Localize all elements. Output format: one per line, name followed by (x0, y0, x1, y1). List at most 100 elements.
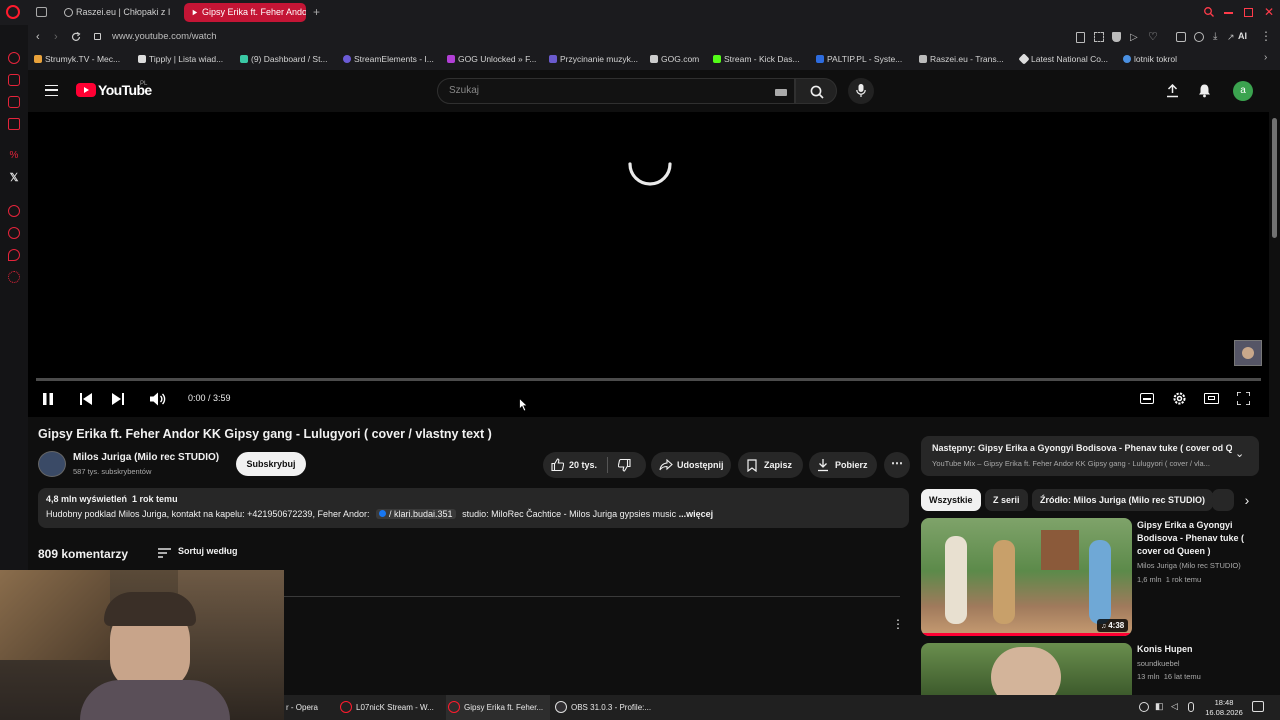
bookmarks-overflow-icon[interactable]: › (1264, 52, 1267, 63)
share-icon[interactable]: ↗ (1227, 32, 1235, 43)
tray-microphone-icon[interactable] (1188, 702, 1194, 712)
instagram-icon[interactable] (8, 96, 20, 108)
more-actions-icon[interactable]: ⋯ (884, 452, 910, 478)
chip-all[interactable]: Wszystkie (921, 489, 981, 511)
chevron-down-icon[interactable]: ⌄ (1235, 448, 1244, 460)
music-player-icon[interactable] (8, 118, 20, 130)
clock-date[interactable]: 16.08.2026 (1201, 708, 1247, 717)
like-button[interactable]: 20 tys. (543, 452, 607, 478)
bookmark-item[interactable]: Przycinanie muzyk... (549, 54, 638, 64)
share-button[interactable]: Udostępnij (651, 452, 731, 478)
related-title[interactable]: Gipsy Erika a Gyongyi Bodisova - Phenav … (1137, 519, 1255, 558)
bookmark-item[interactable]: lotnik tokrol (1123, 54, 1177, 64)
bookmark-item[interactable]: PALTIP.PL - Syste... (816, 54, 902, 64)
bookmark-item[interactable]: GOG.com (650, 54, 699, 64)
bookmark-item[interactable]: Tipply | Lista wiad... (138, 54, 223, 64)
taskbar-stream[interactable]: L07nicK Stream - W... (338, 695, 442, 720)
tab-youtube-active[interactable]: Gipsy Erika ft. Feher Andor (184, 3, 306, 22)
bookmark-item[interactable]: (9) Dashboard / St... (240, 54, 328, 64)
next-video-icon[interactable] (112, 393, 124, 405)
channel-watermark-icon[interactable] (1234, 340, 1262, 366)
previous-video-icon[interactable] (80, 393, 92, 405)
adblock-shield-icon[interactable] (1112, 32, 1121, 42)
channel-avatar[interactable] (38, 451, 66, 477)
snapshot-icon[interactable] (1094, 32, 1104, 42)
pause-icon[interactable] (42, 393, 54, 405)
channel-name[interactable]: Milos Juriga (Milo rec STUDIO) (73, 452, 219, 463)
subtitles-icon[interactable] (1140, 393, 1154, 404)
theater-mode-icon[interactable] (1204, 393, 1219, 404)
related-channel[interactable]: Milos Juriga (Milo rec STUDIO) (1137, 561, 1241, 570)
video-player[interactable]: 0:00 / 3:59 (28, 112, 1269, 417)
search-button[interactable] (795, 78, 837, 104)
pin-icon[interactable] (1076, 32, 1085, 43)
up-next-panel[interactable]: Następny: Gipsy Erika a Gyongyi Bodisova… (921, 436, 1259, 476)
search-input[interactable]: Szukaj (437, 78, 795, 104)
chips-next-icon[interactable]: › (1234, 489, 1260, 511)
menu-icon[interactable]: ⋮ (1260, 30, 1272, 42)
account-avatar[interactable]: a (1233, 81, 1253, 101)
settings-icon[interactable] (8, 271, 20, 283)
comment-menu-icon[interactable]: ⋮ (892, 617, 904, 631)
tray-network-icon[interactable]: ◧ (1155, 701, 1164, 712)
new-tab-button[interactable]: + (313, 5, 320, 19)
download-button[interactable]: Pobierz (809, 452, 877, 478)
show-more-link[interactable]: ...więcej (679, 509, 714, 519)
youtube-logo-icon[interactable] (76, 83, 96, 97)
voice-search-button[interactable] (848, 78, 874, 104)
bookmark-item[interactable]: StreamElements - I... (343, 54, 434, 64)
settings-gear-icon[interactable] (1172, 391, 1187, 406)
save-button[interactable]: Zapisz (738, 452, 803, 478)
back-icon[interactable]: ‹ (36, 31, 40, 43)
wallet-icon[interactable] (1194, 32, 1204, 42)
reload-icon[interactable] (71, 32, 81, 42)
description-box[interactable]: 4,8 mln wyświetleń 1 rok temu Hudobny po… (38, 488, 909, 528)
extensions-puzzle-icon[interactable] (1176, 32, 1186, 42)
player-icon[interactable] (8, 205, 20, 217)
facebook-link[interactable]: / klari.budai.351 (376, 509, 456, 519)
flow-send-icon[interactable]: ▷ (1130, 32, 1138, 43)
scrollbar-thumb[interactable] (1272, 118, 1277, 238)
clock-time[interactable]: 18:48 (1206, 698, 1242, 707)
aria-icon[interactable] (8, 74, 20, 86)
heart-icon[interactable]: ♡ (1148, 31, 1158, 43)
bookmark-item[interactable]: GOG Unlocked » F... (447, 54, 536, 64)
subscribe-button[interactable]: Subskrybuj (236, 452, 306, 476)
taskbar-obs[interactable]: OBS 31.0.3 - Profile:... (553, 695, 657, 720)
dislike-button[interactable] (613, 452, 643, 478)
opera-logo-icon[interactable] (6, 5, 20, 19)
taskbar-opera[interactable]: r - Opera (284, 695, 336, 720)
page-scrollbar[interactable] (1269, 112, 1280, 695)
chip-from-series[interactable]: Z serii (985, 489, 1028, 511)
url-field[interactable]: www.youtube.com/watch (112, 31, 217, 42)
notifications-icon[interactable] (1252, 701, 1264, 712)
notifications-bell-icon[interactable] (1198, 83, 1211, 98)
keyboard-icon[interactable] (775, 89, 787, 96)
fullscreen-icon[interactable] (1237, 392, 1250, 405)
minimize-icon[interactable] (1224, 12, 1233, 14)
hamburger-menu-icon[interactable] (45, 85, 58, 96)
bookmark-item[interactable]: Raszei.eu - Trans... (919, 54, 1004, 64)
tray-app-icon[interactable] (1139, 702, 1149, 712)
workspaces-icon[interactable] (36, 7, 47, 17)
tray-volume-icon[interactable]: ◁ (1171, 701, 1178, 712)
chip-more[interactable] (1212, 489, 1234, 511)
progress-bar[interactable] (36, 378, 1261, 381)
close-window-icon[interactable]: ✕ (1264, 6, 1274, 18)
volume-icon[interactable] (150, 392, 166, 406)
taskbar-youtube[interactable]: Gipsy Erika ft. Feher... (446, 695, 550, 720)
download-icon[interactable]: ⤓ (1213, 31, 1217, 43)
bookmark-item[interactable]: Stream - Kick Das... (713, 54, 800, 64)
messenger-icon[interactable] (8, 52, 20, 64)
extensions-icon[interactable] (8, 249, 20, 261)
aria-ai-button[interactable]: AI (1238, 31, 1247, 41)
upload-icon[interactable] (1166, 84, 1179, 98)
tab-raszei[interactable]: Raszei.eu | Chłopaki z I (58, 3, 176, 22)
chip-source-channel[interactable]: Źródło: Milos Juriga (Milo rec STUDIO) (1032, 489, 1214, 511)
maximize-icon[interactable] (1244, 8, 1253, 17)
search-tabs-icon[interactable] (1204, 7, 1214, 17)
x-twitter-icon[interactable]: 𝕏 (8, 172, 20, 184)
related-thumbnail[interactable]: ♫ 4:38 (921, 518, 1132, 636)
related-title[interactable]: Konis Hupen (1137, 644, 1193, 654)
related-thumbnail[interactable] (921, 643, 1132, 695)
